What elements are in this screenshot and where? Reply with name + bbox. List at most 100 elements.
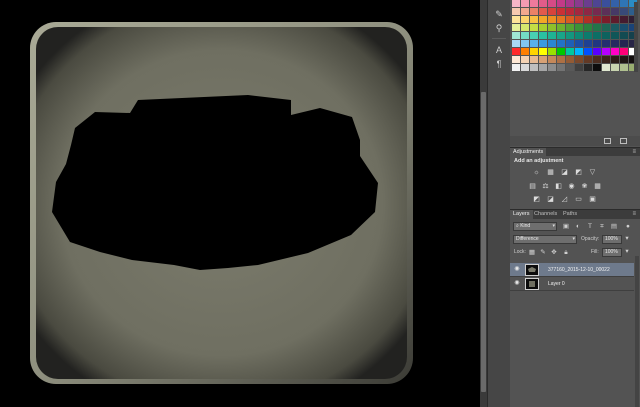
- color-swatch[interactable]: [521, 40, 529, 47]
- color-swatch[interactable]: [593, 0, 601, 7]
- filter-smart-object-icon[interactable]: ▤: [610, 223, 618, 231]
- curves-icon[interactable]: ◪: [560, 169, 569, 177]
- color-swatch[interactable]: [593, 24, 601, 31]
- opacity-dropdown-icon[interactable]: ▾: [623, 235, 631, 243]
- color-swatch[interactable]: [539, 8, 547, 15]
- lock-all-icon[interactable]: 🔒︎: [562, 249, 570, 257]
- swatches-scrollbar[interactable]: [634, 2, 638, 72]
- color-swatch[interactable]: [620, 32, 628, 39]
- color-swatch[interactable]: [557, 40, 565, 47]
- invert-icon[interactable]: ◩: [532, 196, 541, 204]
- color-balance-icon[interactable]: ⚖: [541, 183, 550, 191]
- color-swatch[interactable]: [548, 16, 556, 23]
- layer-name[interactable]: Layer 0: [548, 277, 565, 291]
- paragraph-icon[interactable]: ¶: [492, 58, 506, 70]
- color-swatch[interactable]: [620, 24, 628, 31]
- color-swatch[interactable]: [620, 0, 628, 7]
- color-swatch[interactable]: [539, 32, 547, 39]
- color-swatch[interactable]: [566, 32, 574, 39]
- new-swatch-icon[interactable]: [604, 138, 611, 144]
- selective-color-icon[interactable]: ▣: [588, 196, 597, 204]
- color-swatch[interactable]: [548, 32, 556, 39]
- color-swatch[interactable]: [566, 48, 574, 55]
- color-swatch[interactable]: [602, 56, 610, 63]
- lock-transparent-icon[interactable]: ▦: [528, 249, 536, 257]
- color-swatch[interactable]: [584, 48, 592, 55]
- color-swatch[interactable]: [620, 56, 628, 63]
- color-lookup-icon[interactable]: ▦: [593, 183, 602, 191]
- color-swatch[interactable]: [575, 24, 583, 31]
- color-swatch[interactable]: [593, 40, 601, 47]
- color-swatch[interactable]: [521, 56, 529, 63]
- color-swatch[interactable]: [602, 0, 610, 7]
- eye-icon[interactable]: ◉: [513, 266, 521, 273]
- color-swatch[interactable]: [593, 64, 601, 71]
- color-swatch[interactable]: [620, 64, 628, 71]
- color-swatch[interactable]: [575, 48, 583, 55]
- color-swatch[interactable]: [557, 24, 565, 31]
- filter-type-icon[interactable]: T: [586, 223, 594, 231]
- color-swatch[interactable]: [530, 8, 538, 15]
- color-swatch[interactable]: [611, 56, 619, 63]
- color-swatch[interactable]: [530, 0, 538, 7]
- color-swatch[interactable]: [575, 0, 583, 7]
- color-swatch[interactable]: [602, 24, 610, 31]
- color-swatch[interactable]: [548, 8, 556, 15]
- text-icon[interactable]: A: [492, 44, 506, 56]
- color-swatch[interactable]: [557, 0, 565, 7]
- color-swatch[interactable]: [557, 16, 565, 23]
- color-swatch[interactable]: [620, 48, 628, 55]
- color-swatch[interactable]: [602, 32, 610, 39]
- color-swatch[interactable]: [548, 24, 556, 31]
- color-swatch[interactable]: [584, 64, 592, 71]
- color-swatch[interactable]: [566, 16, 574, 23]
- layer-row[interactable]: ◉ Layer 0: [510, 277, 634, 291]
- color-swatch[interactable]: [512, 16, 520, 23]
- color-swatch[interactable]: [557, 32, 565, 39]
- color-swatch[interactable]: [575, 8, 583, 15]
- color-swatch[interactable]: [593, 8, 601, 15]
- lock-position-icon[interactable]: ✥: [550, 249, 558, 257]
- color-swatch[interactable]: [512, 56, 520, 63]
- color-swatch[interactable]: [548, 40, 556, 47]
- color-swatch[interactable]: [539, 16, 547, 23]
- color-swatch[interactable]: [521, 32, 529, 39]
- color-swatch[interactable]: [593, 32, 601, 39]
- color-swatch[interactable]: [548, 64, 556, 71]
- color-swatch[interactable]: [512, 24, 520, 31]
- posterize-icon[interactable]: ◪: [546, 196, 555, 204]
- color-swatch[interactable]: [575, 32, 583, 39]
- vibrance-icon[interactable]: ▽: [588, 169, 597, 177]
- color-swatch[interactable]: [557, 8, 565, 15]
- color-swatch[interactable]: [521, 8, 529, 15]
- color-swatch[interactable]: [512, 48, 520, 55]
- gradient-map-icon[interactable]: ▭: [574, 196, 583, 204]
- photo-filter-icon[interactable]: ◉: [567, 183, 576, 191]
- color-swatch[interactable]: [611, 48, 619, 55]
- color-swatch[interactable]: [584, 8, 592, 15]
- color-swatch[interactable]: [602, 48, 610, 55]
- color-swatch[interactable]: [611, 32, 619, 39]
- fill-dropdown-icon[interactable]: ▾: [623, 248, 631, 256]
- color-swatch[interactable]: [512, 0, 520, 7]
- color-swatch[interactable]: [620, 8, 628, 15]
- color-swatch[interactable]: [512, 32, 520, 39]
- color-swatch[interactable]: [548, 56, 556, 63]
- color-swatch[interactable]: [584, 56, 592, 63]
- color-swatch[interactable]: [602, 16, 610, 23]
- color-swatch[interactable]: [530, 64, 538, 71]
- lock-pixels-icon[interactable]: ✎: [539, 249, 547, 257]
- color-swatch[interactable]: [539, 48, 547, 55]
- color-swatch[interactable]: [539, 0, 547, 7]
- levels-icon[interactable]: ▦: [546, 169, 555, 177]
- color-swatch[interactable]: [575, 40, 583, 47]
- layer-row[interactable]: ◉ 377160_2015-12-10_00022: [510, 263, 634, 277]
- opacity-input[interactable]: 100%: [602, 235, 622, 244]
- color-swatch[interactable]: [611, 8, 619, 15]
- color-swatch[interactable]: [575, 16, 583, 23]
- layer-name[interactable]: 377160_2015-12-10_00022: [548, 263, 610, 277]
- color-swatch[interactable]: [566, 8, 574, 15]
- layer-filter-select[interactable]: ⌕ Kind ▾: [513, 222, 557, 231]
- color-swatch[interactable]: [530, 48, 538, 55]
- color-swatch[interactable]: [584, 0, 592, 7]
